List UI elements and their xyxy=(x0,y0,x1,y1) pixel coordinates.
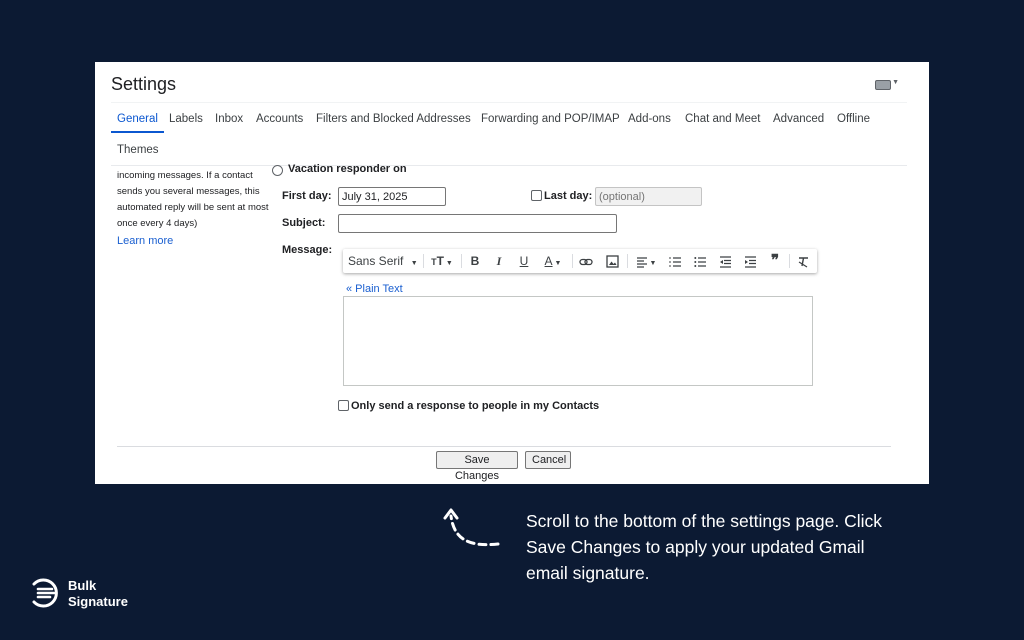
vacation-on-label: Vacation responder on xyxy=(288,163,407,175)
toolbar-divider xyxy=(461,254,462,268)
formatting-toolbar: Sans Serif ▼ TT ▼ B I U A ▼ ▼ ❞ xyxy=(343,249,817,273)
bulleted-list-icon[interactable] xyxy=(690,249,710,273)
learn-more-link[interactable]: Learn more xyxy=(117,235,173,247)
remove-formatting-icon[interactable] xyxy=(793,249,813,273)
tab-labels[interactable]: Labels xyxy=(169,113,203,125)
chevron-down-icon[interactable]: ▼ xyxy=(892,79,899,86)
tab-addons[interactable]: Add-ons xyxy=(628,113,671,125)
tab-forwarding[interactable]: Forwarding and POP/IMAP xyxy=(481,113,620,125)
message-editor[interactable] xyxy=(343,296,813,386)
tab-chat-meet[interactable]: Chat and Meet xyxy=(685,113,760,125)
only-contacts-checkbox[interactable] xyxy=(338,400,349,411)
tab-filters[interactable]: Filters and Blocked Addresses xyxy=(316,113,471,125)
font-family-value: Sans Serif xyxy=(348,254,404,268)
font-size-icon[interactable]: TT ▼ xyxy=(427,249,457,273)
cancel-button[interactable]: Cancel xyxy=(525,451,571,469)
curved-arrow-icon xyxy=(443,508,500,547)
font-family-select[interactable]: Sans Serif ▼ xyxy=(348,249,418,273)
bold-icon[interactable]: B xyxy=(465,249,485,273)
numbered-list-icon[interactable] xyxy=(665,249,685,273)
underline-icon[interactable]: U xyxy=(514,249,534,273)
link-icon[interactable] xyxy=(576,249,596,273)
subject-label: Subject: xyxy=(282,217,326,229)
subject-input[interactable] xyxy=(338,214,617,233)
text-color-icon[interactable]: A ▼ xyxy=(539,249,567,273)
indent-less-icon[interactable] xyxy=(715,249,735,273)
only-contacts-label: Only send a response to people in my Con… xyxy=(351,400,600,412)
message-label: Message: xyxy=(282,244,333,256)
last-day-input[interactable] xyxy=(595,187,702,206)
divider xyxy=(117,446,891,447)
brand-name: Bulk Signature xyxy=(68,578,128,610)
keyboard-icon[interactable] xyxy=(875,80,891,90)
settings-panel: Settings ▼ General Labels Inbox Accounts… xyxy=(95,62,929,484)
bulk-signature-logo-icon xyxy=(32,578,58,608)
page-title: Settings xyxy=(111,74,177,94)
quote-icon[interactable]: ❞ xyxy=(765,249,785,273)
settings-tabs: General Labels Inbox Accounts Filters an… xyxy=(111,102,907,166)
brand-line-1: Bulk xyxy=(68,578,97,593)
last-day-checkbox[interactable] xyxy=(531,190,542,201)
tab-accounts[interactable]: Accounts xyxy=(256,113,303,125)
vacation-on-radio[interactable] xyxy=(272,165,283,176)
toolbar-divider xyxy=(423,254,424,268)
plain-text-link[interactable]: « Plain Text xyxy=(346,283,403,295)
first-day-label: First day: xyxy=(282,190,332,202)
tab-offline[interactable]: Offline xyxy=(837,113,870,125)
instruction-caption: Scroll to the bottom of the settings pag… xyxy=(526,511,883,583)
tab-advanced[interactable]: Advanced xyxy=(773,113,824,125)
toolbar-divider xyxy=(789,254,790,268)
chevron-down-icon: ▼ xyxy=(410,260,418,267)
vacation-description: incoming messages. If a contact sends yo… xyxy=(117,170,269,229)
brand-line-2: Signature xyxy=(68,594,128,609)
tab-themes[interactable]: Themes xyxy=(117,144,159,156)
toolbar-divider xyxy=(627,254,628,268)
tab-general[interactable]: General xyxy=(111,113,164,133)
first-day-input[interactable] xyxy=(338,187,446,206)
toolbar-divider xyxy=(572,254,573,268)
last-day-label: Last day: xyxy=(544,190,593,202)
tab-inbox[interactable]: Inbox xyxy=(215,113,243,125)
italic-icon[interactable]: I xyxy=(489,249,509,273)
image-icon[interactable] xyxy=(602,249,622,273)
indent-more-icon[interactable] xyxy=(740,249,760,273)
align-icon[interactable]: ▼ xyxy=(631,249,661,273)
save-changes-button[interactable]: Save Changes xyxy=(436,451,518,482)
